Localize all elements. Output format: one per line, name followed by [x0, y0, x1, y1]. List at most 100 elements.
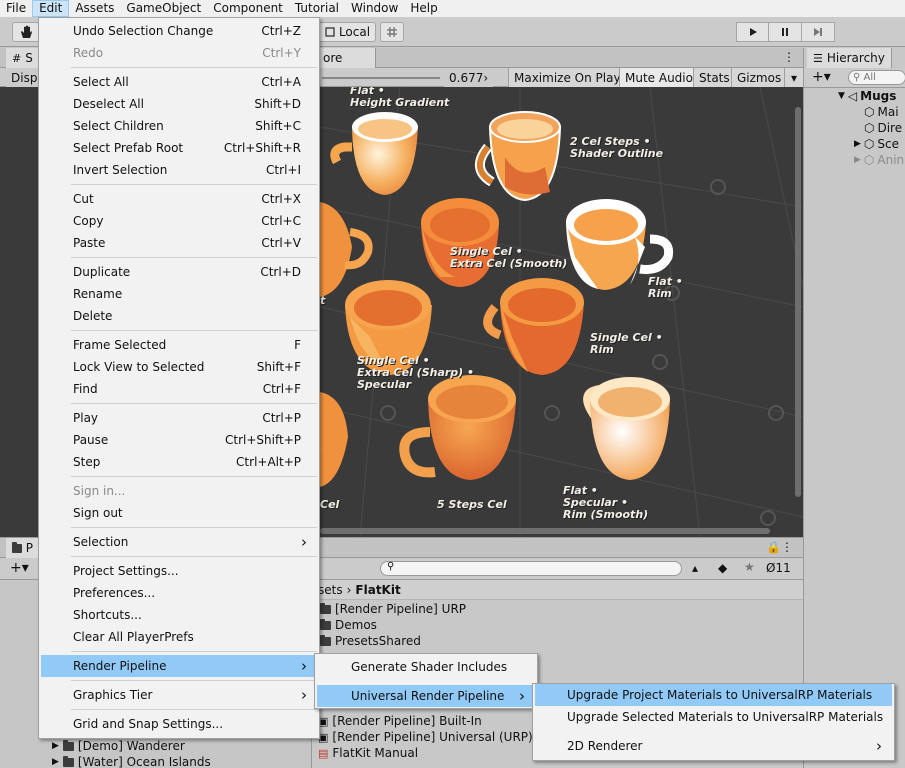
- hierarchy-item[interactable]: ▶ ⬡ Sce: [854, 136, 899, 152]
- menu-file[interactable]: File: [0, 0, 32, 17]
- menu-item-sign-out[interactable]: Sign out: [41, 502, 317, 524]
- menu-item-rename[interactable]: Rename: [41, 283, 317, 305]
- gizmos-dropdown-arrow[interactable]: ▾: [784, 68, 803, 87]
- menu-item-find[interactable]: Find Ctrl+F: [41, 378, 317, 400]
- tab-scene[interactable]: # S: [6, 48, 40, 68]
- menu-item-invert-selection[interactable]: Invert Selection Ctrl+I: [41, 159, 317, 181]
- menu-item-deselect-all[interactable]: Deselect All Shift+D: [41, 93, 317, 115]
- local-label: Local: [338, 25, 371, 39]
- expand-arrow-icon: ▶: [854, 155, 861, 165]
- create-asset-button[interactable]: +▾: [10, 560, 29, 576]
- play-button[interactable]: [736, 22, 769, 42]
- menu-item-duplicate[interactable]: Duplicate Ctrl+D: [41, 261, 317, 283]
- menu-item-grid-and-snap-settings[interactable]: Grid and Snap Settings...: [41, 713, 317, 735]
- menu-item-select-children[interactable]: Select Children Shift+C: [41, 115, 317, 137]
- menu-item-shortcut: Ctrl+Shift+P: [225, 433, 301, 447]
- menu-item-upgrade-project-materials-to-universalrp-materials[interactable]: Upgrade Project Materials to UniversalRP…: [535, 684, 892, 706]
- menu-item-render-pipeline[interactable]: Render Pipeline ›: [41, 655, 317, 677]
- hierarchy-scene-root[interactable]: ▼ ◁ Mugs: [838, 88, 896, 104]
- asset-folder[interactable]: Demos: [320, 617, 377, 633]
- menu-tutorial[interactable]: Tutorial: [289, 0, 345, 17]
- menu-item-label: Clear All PlayerPrefs: [73, 630, 194, 644]
- scene-name: Mugs: [860, 89, 897, 103]
- panel-menu-icon[interactable]: ⋮: [783, 50, 795, 64]
- tab-hierarchy[interactable]: ☰ Hierarchy: [807, 48, 892, 68]
- menu-item-shortcut: Shift+D: [254, 97, 301, 111]
- menu-item-cut[interactable]: Cut Ctrl+X: [41, 188, 317, 210]
- menu-item-select-prefab-root[interactable]: Select Prefab Root Ctrl+Shift+R: [41, 137, 317, 159]
- asset-folder[interactable]: PresetsShared: [320, 633, 421, 649]
- asset-file[interactable]: ▣ [Render Pipeline] Built-In: [318, 713, 482, 729]
- menu-item-delete[interactable]: Delete: [41, 305, 317, 327]
- gameobject-icon: ⬡: [864, 105, 875, 119]
- tree-folder[interactable]: ▶ [Water] Ocean Islands: [52, 754, 211, 768]
- tab-project-label: P: [25, 541, 33, 555]
- hierarchy-item[interactable]: ⬡ Dire: [864, 120, 902, 136]
- menu-item-preferences[interactable]: Preferences...: [41, 582, 317, 604]
- mute-audio-button[interactable]: Mute Audio: [619, 68, 698, 87]
- breadcrumb-assets[interactable]: sets: [318, 583, 343, 597]
- menu-item-universal-render-pipeline[interactable]: Universal Render Pipeline ›: [317, 685, 535, 707]
- menu-item-clear-all-playerprefs[interactable]: Clear All PlayerPrefs: [41, 626, 317, 648]
- menu-item-generate-shader-includes[interactable]: Generate Shader Includes: [317, 656, 535, 678]
- viewport-vertical-scrollbar[interactable]: [795, 107, 801, 497]
- asset-file[interactable]: ▤ FlatKit Manual: [318, 745, 418, 761]
- menu-item-frame-selected[interactable]: Frame Selected F: [41, 334, 317, 356]
- pause-button[interactable]: [769, 22, 802, 42]
- grid-snap-button[interactable]: [380, 22, 404, 42]
- step-button[interactable]: [802, 22, 835, 42]
- asset-file[interactable]: ▣ [Render Pipeline] Universal (URP): [318, 729, 533, 745]
- menu-item-label: Grid and Snap Settings...: [73, 717, 224, 731]
- hierarchy-item[interactable]: ▶ ⬡ Anin: [854, 152, 904, 168]
- filter-by-type-icon[interactable]: ▴: [692, 561, 698, 575]
- scale-slider-track[interactable]: [322, 77, 440, 79]
- menu-item-upgrade-selected-materials-to-universalrp-materials[interactable]: Upgrade Selected Materials to UniversalR…: [535, 706, 892, 728]
- menu-window[interactable]: Window: [345, 0, 404, 17]
- add-object-button[interactable]: +▾: [812, 69, 831, 85]
- menu-assets[interactable]: Assets: [69, 0, 120, 17]
- stats-button[interactable]: Stats: [693, 68, 735, 87]
- menu-item-lock-view-to-selected[interactable]: Lock View to Selected Shift+F: [41, 356, 317, 378]
- tab-asset-store[interactable]: ore: [316, 48, 376, 68]
- menu-gameobject[interactable]: GameObject: [120, 0, 207, 17]
- folder-icon: [62, 755, 74, 767]
- maximize-on-play-button[interactable]: Maximize On Play: [508, 68, 626, 87]
- menu-item-graphics-tier[interactable]: Graphics Tier ›: [41, 684, 317, 706]
- favorite-star-icon[interactable]: ★: [744, 560, 755, 574]
- playmode-controls: [736, 22, 835, 42]
- menu-edit[interactable]: Edit: [32, 0, 70, 17]
- menu-component[interactable]: Component: [207, 0, 289, 17]
- menu-item-label: Cut: [73, 192, 94, 206]
- viewport-horizontal-scrollbar[interactable]: [320, 528, 770, 534]
- hierarchy-item[interactable]: ⬡ Mai: [864, 104, 899, 120]
- lock-icon[interactable]: 🔒⋮: [766, 540, 793, 554]
- hierarchy-search-input[interactable]: ⚲ All: [848, 70, 905, 85]
- project-search-input[interactable]: ⚲: [380, 561, 682, 576]
- menu-item-shortcuts[interactable]: Shortcuts...: [41, 604, 317, 626]
- hand-tool-button[interactable]: [12, 22, 40, 42]
- menu-item-2d-renderer[interactable]: 2D Renderer ›: [535, 735, 892, 757]
- tree-folder[interactable]: ▶ [Demo] Wanderer: [52, 738, 185, 754]
- asset-file-label: FlatKit Manual: [332, 746, 419, 760]
- hierarchy-item-label: Dire: [877, 121, 903, 135]
- menu-item-project-settings[interactable]: Project Settings...: [41, 560, 317, 582]
- filter-by-label-icon[interactable]: ◆: [718, 561, 727, 575]
- tab-project[interactable]: P: [6, 538, 40, 558]
- menu-item-label: Select Children: [73, 119, 164, 133]
- pivot-local-toggle[interactable]: Local: [318, 22, 376, 42]
- menu-item-copy[interactable]: Copy Ctrl+C: [41, 210, 317, 232]
- menu-item-undo-selection-change[interactable]: Undo Selection Change Ctrl+Z: [41, 20, 317, 42]
- menu-item-paste[interactable]: Paste Ctrl+V: [41, 232, 317, 254]
- menu-item-select-all[interactable]: Select All Ctrl+A: [41, 71, 317, 93]
- menu-help[interactable]: Help: [404, 0, 443, 17]
- hand-icon: [21, 25, 32, 38]
- hidden-packages-toggle[interactable]: Ø11: [766, 561, 791, 575]
- asset-folder[interactable]: [Render Pipeline] URP: [320, 601, 466, 617]
- menu-item-pause[interactable]: Pause Ctrl+Shift+P: [41, 429, 317, 451]
- gizmos-button[interactable]: Gizmos: [731, 68, 787, 87]
- menu-item-step[interactable]: Step Ctrl+Alt+P: [41, 451, 317, 473]
- chevron-right-icon: ›: [876, 737, 882, 755]
- menu-item-play[interactable]: Play Ctrl+P: [41, 407, 317, 429]
- menu-item-selection[interactable]: Selection ›: [41, 531, 317, 553]
- breadcrumb-flatkit[interactable]: FlatKit: [355, 583, 400, 597]
